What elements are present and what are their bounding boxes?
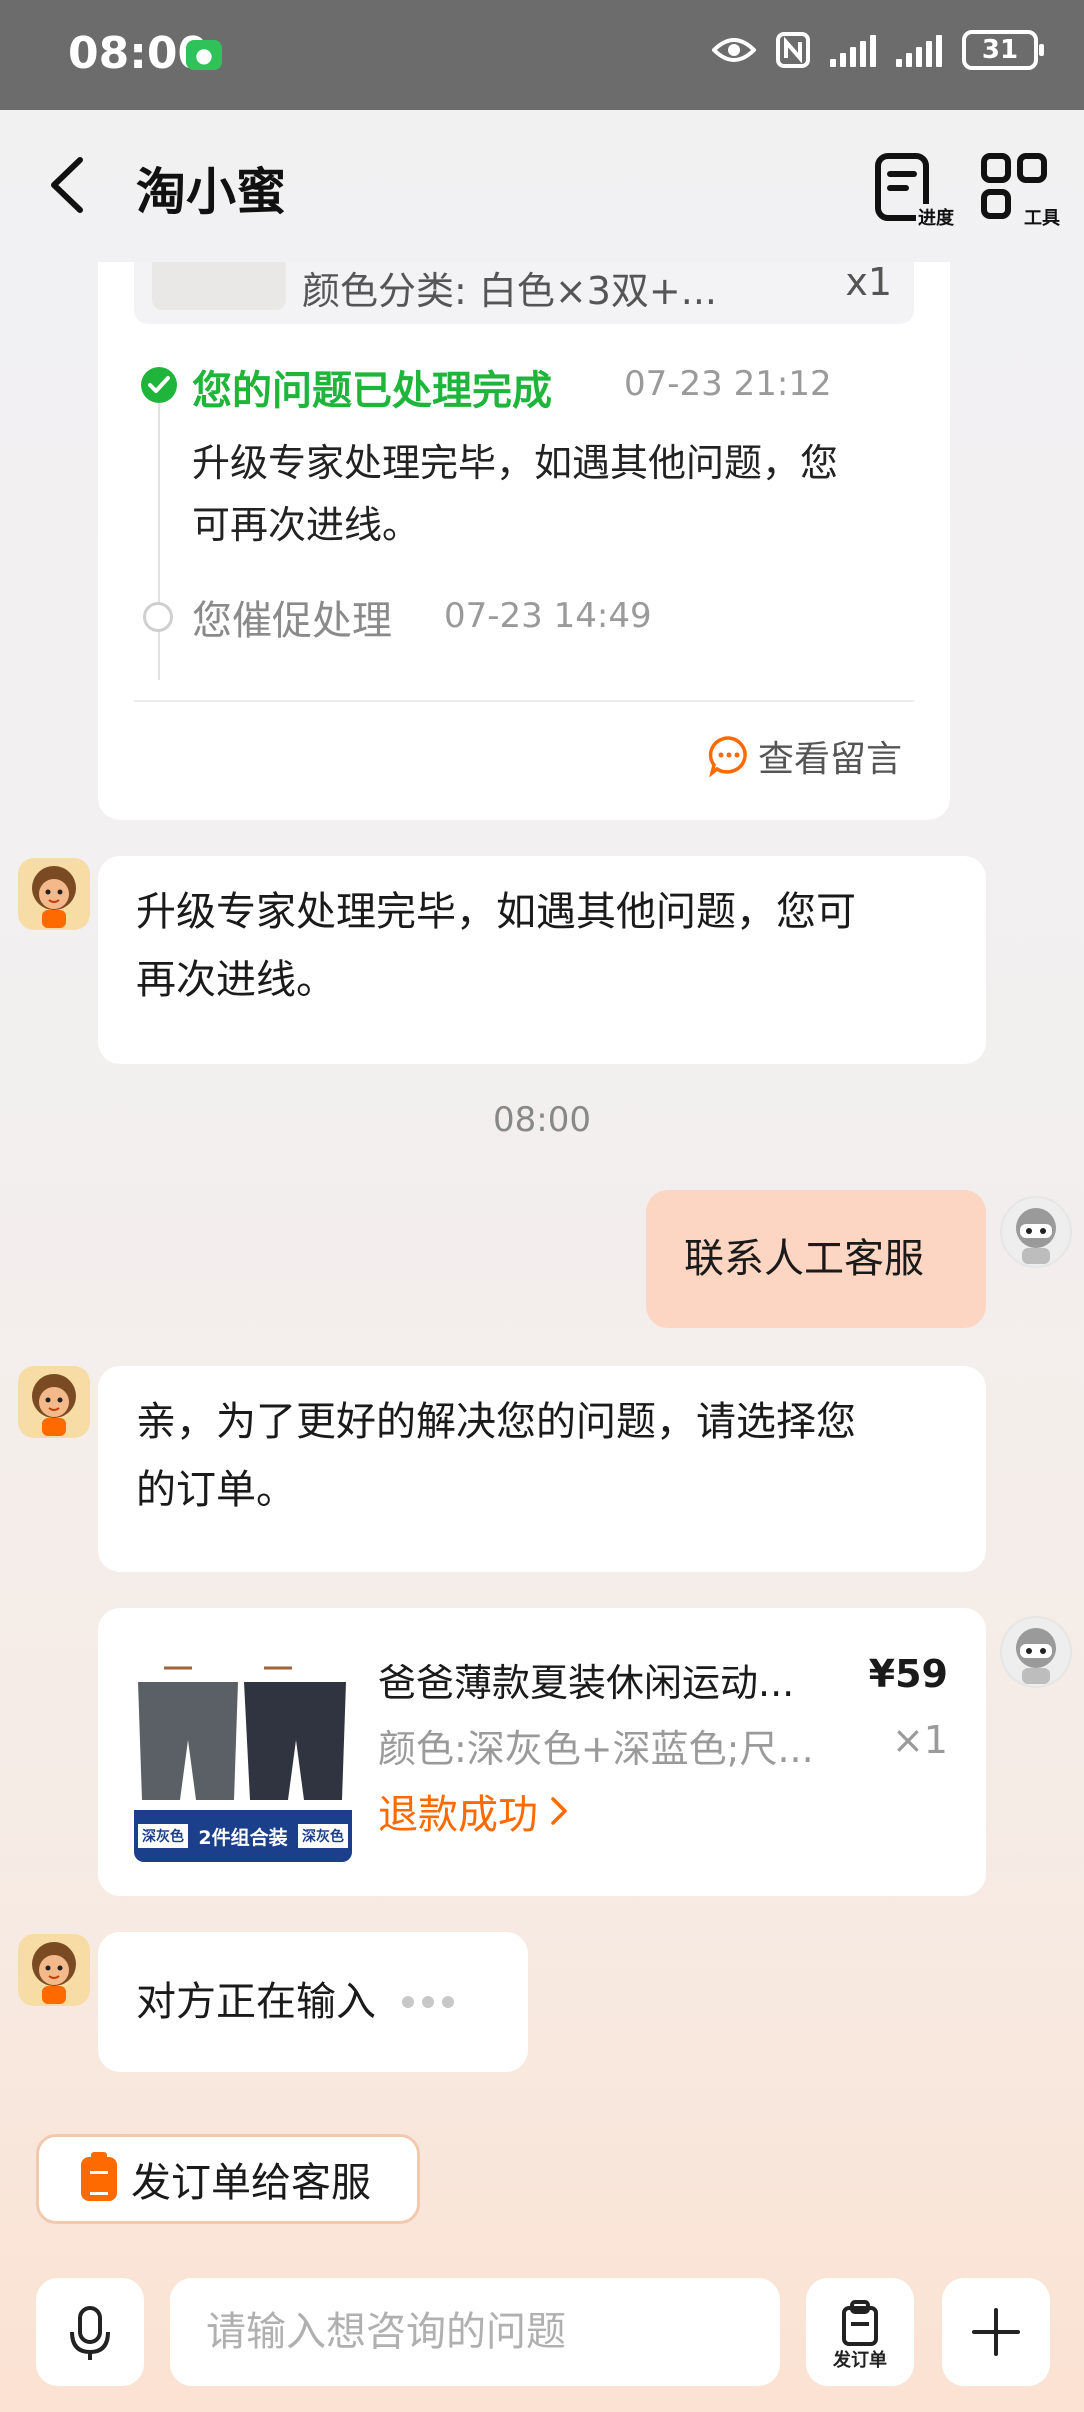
order-status: 退款成功 [378,1792,538,1838]
bot-message-line-2: 的订单。 [136,1467,296,1513]
order-image-tag-left: 深灰色 [138,1824,188,1848]
bot-avatar[interactable] [18,1366,90,1438]
shorts-image [134,1660,352,1810]
typing-indicator-bubble: 对方正在输入 [98,1932,528,2072]
send-order-button[interactable]: 发订单 [806,2278,914,2386]
user-message-text: 联系人工客服 [684,1236,924,1282]
user-message-bubble: 联系人工客服 [646,1190,986,1328]
user-avatar[interactable] [1000,1196,1072,1268]
bot-avatar[interactable] [18,858,90,930]
page-title: 淘小蜜 [136,163,286,221]
send-order-label: 发订单给客服 [131,2160,371,2206]
bot-message-line-2: 再次进线。 [136,957,336,1003]
bot-avatar[interactable] [18,1934,90,2006]
order-product-image: 深灰色 2件组合装 深灰色 [134,1660,352,1862]
timeline-step-urge-title: 您催促处理 [192,598,392,644]
order-image-tag-right: 深灰色 [297,1824,348,1848]
check-circle-icon [141,367,177,403]
order-status-link[interactable]: 退款成功 [378,1782,570,1840]
chat-bubble-icon [708,736,747,777]
input-bar: 请输入想咨询的问题 发订单 [0,2270,1084,2412]
user-avatar-image [1002,1198,1070,1266]
plus-icon [972,2308,1020,2356]
back-arrow-icon[interactable] [40,150,100,220]
order-title: 爸爸薄款夏装休闲运动... [378,1661,795,1705]
timeline-step-pending-dot [143,602,173,632]
timeline-step-urge-time: 07-23 14:49 [444,596,652,636]
bot-avatar-image [32,866,76,928]
product-qty: x1 [845,262,892,304]
tools-button[interactable]: 工具 [980,152,1060,232]
send-order-to-service-button[interactable]: 发订单给客服 [36,2134,420,2224]
product-thumbnail [152,262,286,310]
ticket-progress-card: 颜色分类: 白色×3双+... x1 您的问题已处理完成 07-23 21:12… [98,262,950,820]
bot-message-bubble: 升级专家处理完毕，如遇其他问题，您可 再次进线。 [98,856,986,1064]
typing-text: 对方正在输入 [136,1979,376,2025]
timeline-step-done-desc-1: 升级专家处理完毕，如遇其他问题，您 [192,441,839,485]
divider [134,700,914,702]
bot-avatar-image [32,1374,76,1436]
bot-avatar-image [32,1942,76,2004]
product-strip[interactable]: 颜色分类: 白色×3双+... x1 [134,262,914,324]
bot-message-line-1: 亲，为了更好的解决您的问题，请选择您 [136,1399,856,1445]
progress-label: 进度 [916,204,954,230]
battery-indicator: 31 [962,30,1044,70]
timeline-step-done-title: 您的问题已处理完成 [192,368,552,414]
timeline-step-done-time: 07-23 21:12 [624,364,832,404]
user-avatar-image [1002,1618,1070,1686]
more-button[interactable] [942,2278,1050,2386]
wechat-icon: ● [186,40,222,70]
nav-bar: 淘小蜜 进度 工具 [0,110,1084,260]
time-divider: 08:00 [493,1100,591,1140]
status-bar: 08:00 ● 31 [0,0,1084,110]
message-input[interactable]: 请输入想咨询的问题 [170,2278,780,2386]
clipboard-icon [81,2152,117,2201]
tools-label: 工具 [1022,204,1060,230]
timeline-line [158,390,160,680]
typing-dots-icon [402,1996,454,2008]
eye-icon [712,38,756,62]
bot-message-bubble: 亲，为了更好的解决您的问题，请选择您 的订单。 [98,1366,986,1572]
product-variant: 颜色分类: 白色×3双+... [302,269,717,313]
signal-icon-1 [830,33,876,67]
chevron-right-icon [551,1797,567,1825]
signal-icon-2 [896,33,942,67]
order-image-tag-center: 2件组合装 [198,1826,288,1849]
view-message-label: 查看留言 [757,739,902,780]
order-qty: ×1 [891,1718,948,1762]
order-button-label: 发订单 [833,2350,887,2371]
timeline-step-done-desc-2: 可再次进线。 [192,503,421,547]
progress-button[interactable]: 进度 [874,152,954,232]
order-price: ¥59 [868,1652,948,1696]
nfc-icon [776,32,810,68]
microphone-icon [70,2306,110,2360]
order-variant: 颜色:深灰色+深蓝色;尺... [378,1727,814,1771]
order-image-banner: 深灰色 2件组合装 深灰色 [134,1810,352,1862]
view-message-link[interactable]: 查看留言 [708,730,902,782]
bot-message-line-1: 升级专家处理完毕，如遇其他问题，您可 [136,889,856,935]
voice-button[interactable] [36,2278,144,2386]
user-avatar[interactable] [1000,1616,1072,1688]
